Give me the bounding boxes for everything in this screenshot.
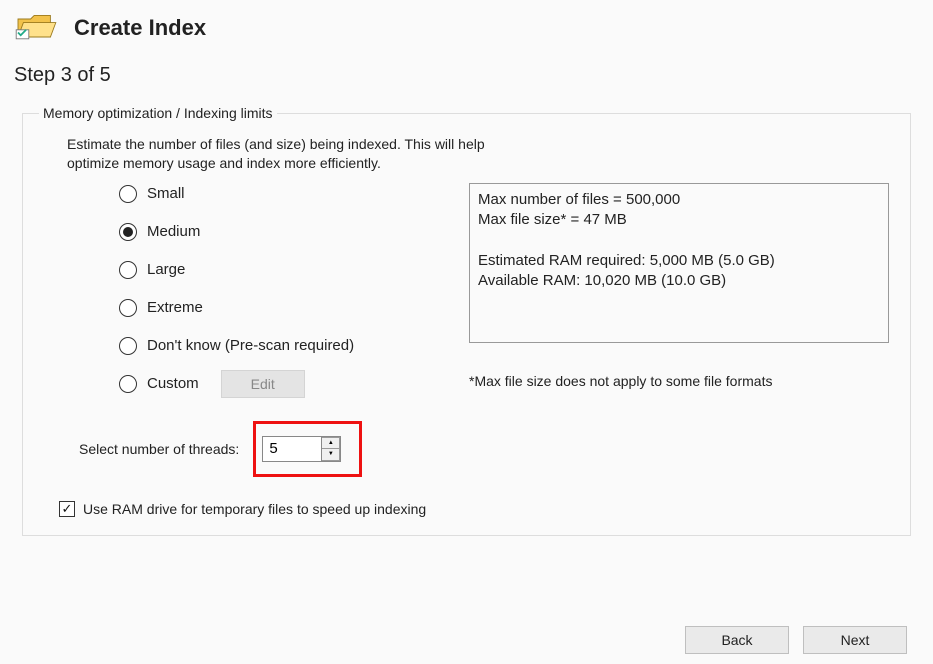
threads-input[interactable] [263, 437, 321, 461]
info-max-size: Max file size* = 47 MB [478, 210, 880, 230]
info-max-files: Max number of files = 500,000 [478, 190, 880, 210]
checkbox-icon: ✓ [59, 501, 75, 517]
threads-highlight: ▲ ▼ [253, 421, 362, 477]
group-legend: Memory optimization / Indexing limits [39, 105, 277, 121]
radio-extreme[interactable]: Extreme [119, 297, 449, 319]
radio-large[interactable]: Large [119, 259, 449, 281]
info-estimated-ram: Estimated RAM required: 5,000 MB (5.0 GB… [478, 251, 880, 271]
radio-dont-know[interactable]: Don't know (Pre-scan required) [119, 335, 449, 357]
threads-spinner[interactable]: ▲ ▼ [262, 436, 341, 462]
checkmark-icon: ✓ [62, 502, 73, 515]
radio-label: Custom [147, 375, 199, 392]
radio-icon [119, 223, 137, 241]
checkbox-label: Use RAM drive for temporary files to spe… [83, 501, 426, 517]
radio-icon [119, 299, 137, 317]
radio-icon [119, 337, 137, 355]
ram-drive-checkbox[interactable]: ✓ Use RAM drive for temporary files to s… [59, 501, 894, 517]
radio-icon [119, 375, 137, 393]
group-description: Estimate the number of files (and size) … [67, 135, 894, 173]
step-label: Step 3 of 5 [0, 46, 933, 87]
page-title: Create Index [74, 15, 206, 41]
radio-label: Large [147, 261, 185, 278]
next-button[interactable]: Next [803, 626, 907, 654]
info-panel: Max number of files = 500,000 Max file s… [469, 183, 889, 343]
folder-icon [14, 10, 58, 46]
info-available-ram: Available RAM: 10,020 MB (10.0 GB) [478, 271, 880, 291]
radio-medium[interactable]: Medium [119, 221, 449, 243]
radio-custom[interactable]: Custom [119, 375, 199, 393]
radio-label: Extreme [147, 299, 203, 316]
spin-down-icon[interactable]: ▼ [322, 449, 340, 461]
radio-icon [119, 261, 137, 279]
memory-optimization-group: Memory optimization / Indexing limits Es… [22, 105, 911, 536]
radio-icon [119, 185, 137, 203]
radio-label: Small [147, 185, 185, 202]
spin-up-icon[interactable]: ▲ [322, 437, 340, 449]
radio-label: Medium [147, 223, 200, 240]
radio-label: Don't know (Pre-scan required) [147, 337, 354, 354]
size-options: Small Medium Large Extreme Don't know (P… [119, 183, 449, 395]
edit-button: Edit [221, 370, 305, 398]
radio-small[interactable]: Small [119, 183, 449, 205]
threads-label: Select number of threads: [79, 441, 239, 457]
back-button[interactable]: Back [685, 626, 789, 654]
info-footnote: *Max file size does not apply to some fi… [469, 373, 889, 389]
